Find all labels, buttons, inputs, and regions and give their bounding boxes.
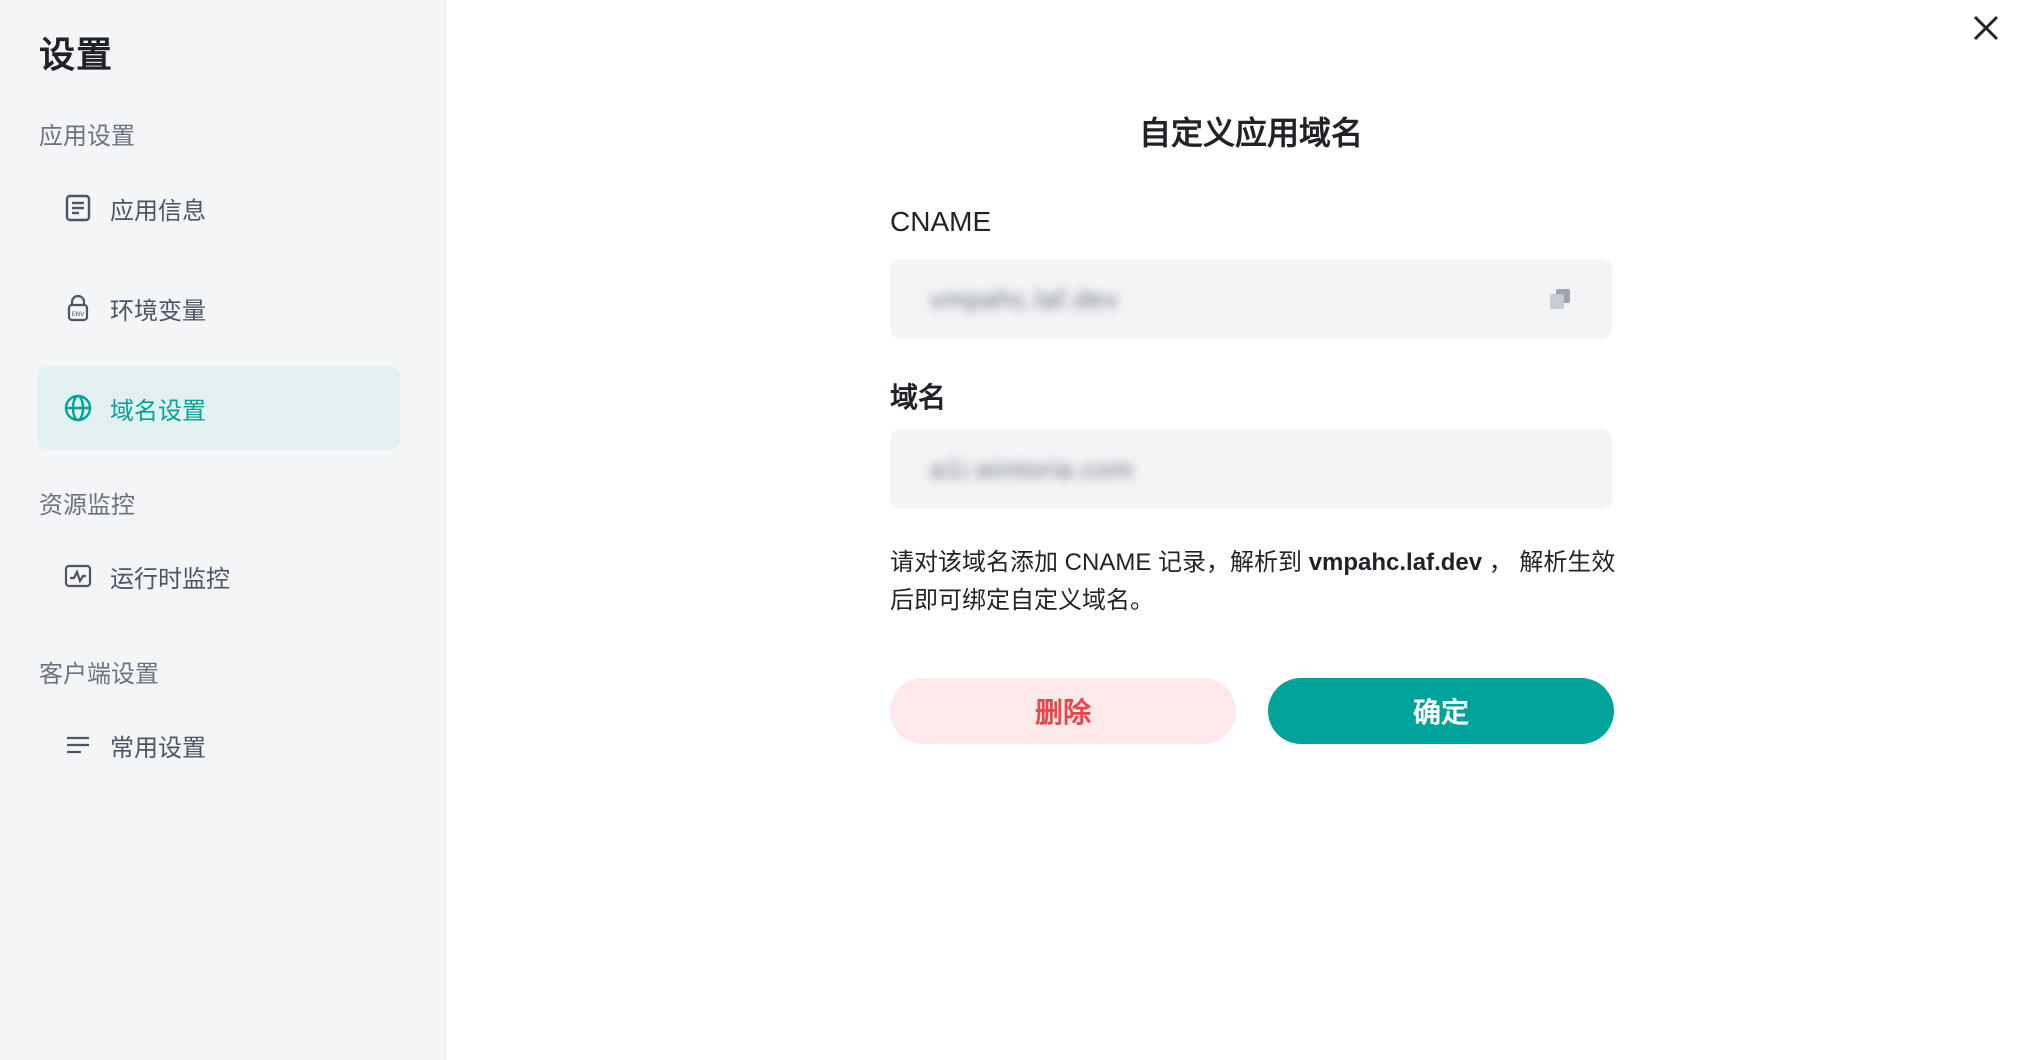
domain-label: 域名	[890, 382, 947, 413]
sidebar-item-label: 常用设置	[110, 734, 206, 762]
svg-text:ENV: ENV	[72, 311, 85, 318]
section-app-settings: 应用设置	[39, 123, 135, 150]
cname-value: vmpahc.laf.dev	[930, 283, 1119, 314]
sidebar-item-runtime-monitor[interactable]: 运行时监控	[38, 534, 400, 618]
settings-window: 设置 应用设置 应用信息 ENV 环境变量 域名设置 资源监控 运行时监控 客户…	[0, 0, 2034, 1060]
sidebar-item-label: 域名设置	[110, 397, 206, 425]
section-resource-monitor: 资源监控	[39, 492, 135, 519]
close-icon	[1973, 15, 1999, 41]
monitor-icon	[62, 560, 94, 592]
close-button[interactable]	[1966, 8, 2006, 48]
menu-lines-icon	[62, 729, 94, 761]
sidebar-item-label: 应用信息	[110, 197, 206, 225]
sidebar-item-label: 环境变量	[110, 297, 206, 325]
sidebar-title: 设置	[39, 34, 114, 75]
dialog-title: 自定义应用域名	[1138, 115, 1363, 151]
hint-target: vmpahc.laf.dev	[1308, 549, 1483, 576]
delete-button[interactable]: 删除	[890, 678, 1236, 744]
domain-value: a1i.wintoria.com	[930, 453, 1134, 484]
confirm-button[interactable]: 确定	[1268, 678, 1614, 744]
cname-hint: 请对该域名添加 CNAME 记录，解析到 vmpahc.laf.dev ， 解析…	[890, 544, 1620, 620]
sidebar-item-env-vars[interactable]: ENV 环境变量	[38, 266, 400, 350]
sidebar-item-domain-settings[interactable]: 域名设置	[38, 366, 400, 450]
settings-sidebar: 设置 应用设置 应用信息 ENV 环境变量 域名设置 资源监控 运行时监控 客户…	[0, 0, 446, 1060]
copy-icon[interactable]	[1548, 287, 1572, 311]
cname-field[interactable]: vmpahc.laf.dev	[890, 259, 1612, 339]
section-client-settings: 客户端设置	[39, 661, 159, 688]
hint-prefix: 请对该域名添加 CNAME 记录，解析到	[890, 549, 1309, 576]
cname-label: CNAME	[890, 206, 992, 237]
domain-input[interactable]: a1i.wintoria.com	[890, 429, 1612, 509]
sidebar-item-common-settings[interactable]: 常用设置	[38, 703, 400, 787]
sidebar-item-app-info[interactable]: 应用信息	[38, 166, 400, 250]
globe-icon	[62, 392, 94, 424]
document-icon	[62, 192, 94, 224]
sidebar-item-label: 运行时监控	[110, 565, 230, 593]
lock-env-icon: ENV	[62, 292, 94, 324]
